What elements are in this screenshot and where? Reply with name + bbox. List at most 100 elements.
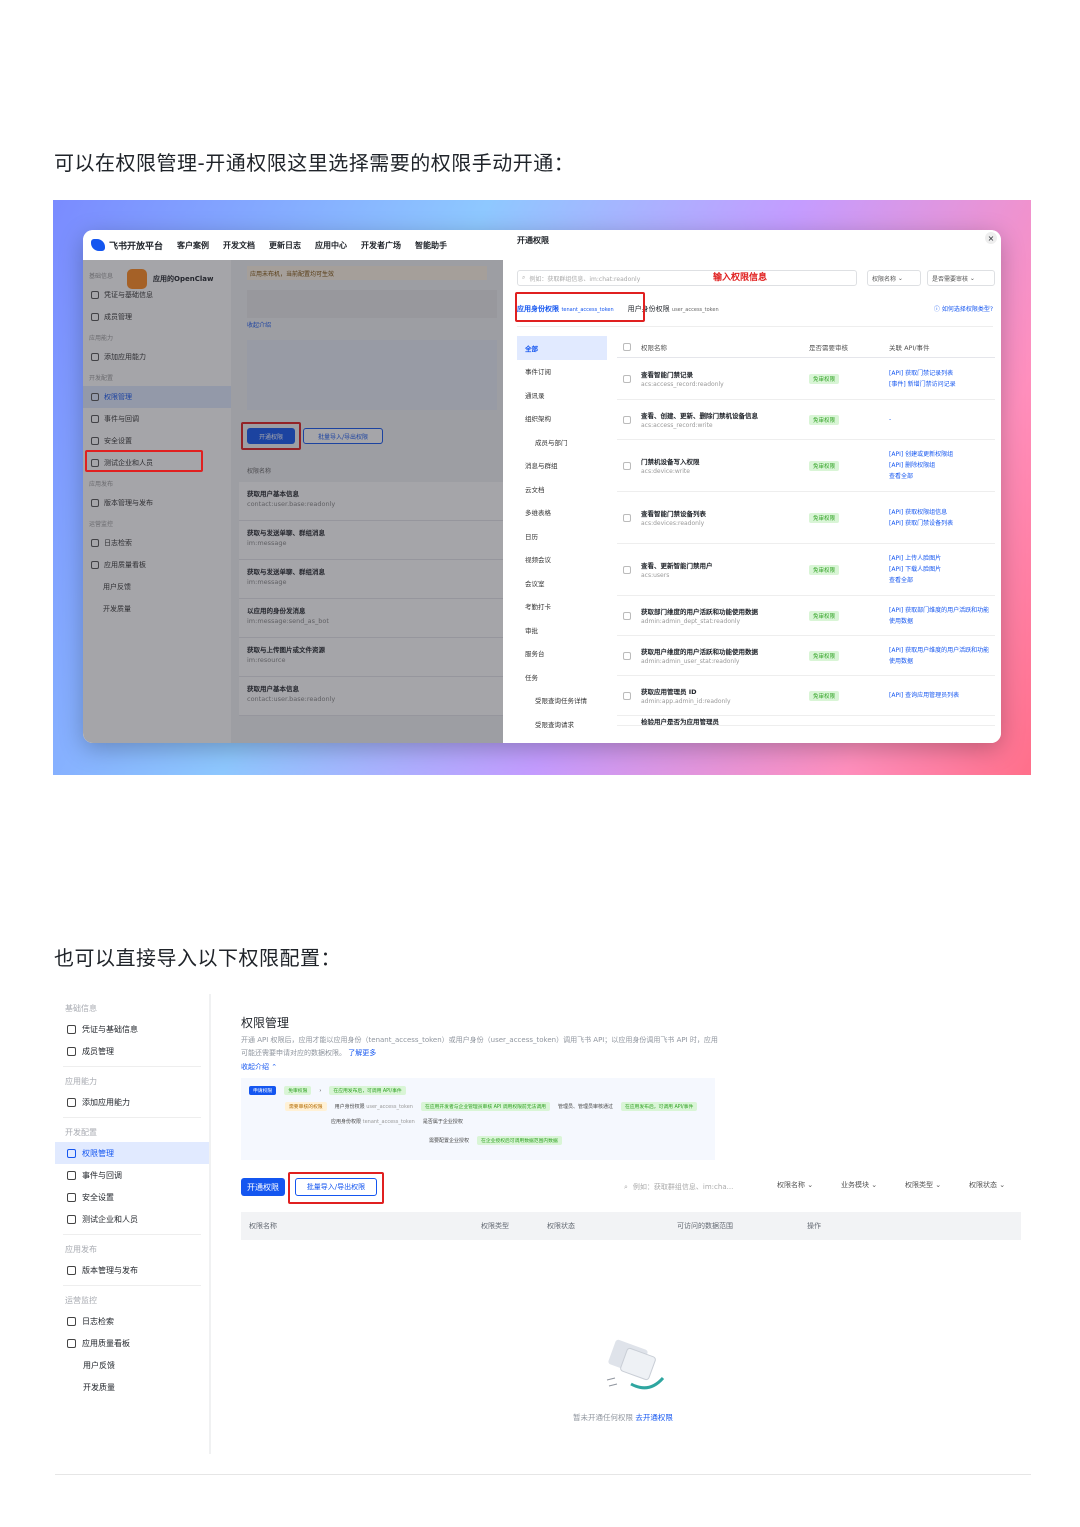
sidebar-item[interactable]: 事件与回调: [55, 1164, 209, 1186]
category-item[interactable]: 通讯录: [517, 383, 607, 407]
permission-search-input[interactable]: ⌕ 例如：获取群组信息、im:chat:readonly: [517, 270, 857, 286]
screenshot-open-permission: 飞书开放平台 客户案例 开发文档 更新日志 应用中心 开发者广场 智能助手 基础…: [53, 200, 1031, 775]
api-link[interactable]: [API] 获取权限组信息: [889, 507, 995, 518]
filter-module[interactable]: 业务模块 ⌄: [841, 1180, 877, 1190]
filter-status[interactable]: 权限状态 ⌄: [969, 1180, 1005, 1190]
filter-permission-name[interactable]: 权限名称 ⌄: [777, 1180, 813, 1190]
menu-icon: [67, 1024, 76, 1034]
perm-code: acs:access_record:write: [641, 422, 713, 429]
row-checkbox[interactable]: [623, 611, 631, 620]
api-link[interactable]: [API] 查询应用管理员列表: [889, 690, 995, 701]
row-checkbox[interactable]: [623, 461, 631, 470]
search-input[interactable]: ⌕ 例如：获取群组信息、im:cha...: [618, 1178, 778, 1196]
brand-logo[interactable]: 飞书开放平台: [91, 239, 163, 252]
col-status: 权限状态: [547, 1222, 575, 1230]
api-link[interactable]: [API] 获取门禁记录列表: [889, 368, 995, 379]
table-row: 查看智能门禁设备列表 acs:devices:readonly 免审权限 [API] …: [617, 492, 995, 544]
row-checkbox[interactable]: [623, 513, 631, 522]
how-to-choose-link[interactable]: ⓘ 如何选择权限类型?: [934, 304, 993, 313]
category-item[interactable]: 多维表格: [517, 501, 607, 525]
page-title: 权限管理: [241, 1016, 290, 1030]
sidebar-item[interactable]: 添加应用能力: [55, 1091, 209, 1113]
sidebar-subitem[interactable]: 开发质量: [55, 1376, 209, 1398]
sidebar-item[interactable]: 测试企业和人员: [55, 1208, 209, 1230]
sidebar-item[interactable]: 版本管理与发布: [55, 1259, 209, 1281]
feishu-logo-icon: [91, 239, 105, 251]
sidebar-item[interactable]: 应用质量看板: [55, 1332, 209, 1354]
sidebar-section: 开发配置: [65, 1127, 97, 1137]
sidebar-item[interactable]: 权限管理: [55, 1142, 209, 1164]
filter-review[interactable]: 是否需要审核 ⌄: [927, 270, 995, 286]
api-link[interactable]: [API] 获取用户维度的用户活跃和功能使用数据: [889, 645, 995, 667]
category-item[interactable]: 全部: [517, 336, 607, 360]
category-item[interactable]: 会议室: [517, 571, 607, 595]
permission-flow-diagram: 申请权限 免审权限 › 在应用发布后，可调用 API/事件 需要审核的权限 用户…: [241, 1078, 715, 1160]
sidebar-item[interactable]: 日志检索: [55, 1310, 209, 1332]
category-item[interactable]: 考勤打卡: [517, 595, 607, 619]
category-item[interactable]: 受限查询请求: [517, 712, 607, 736]
menu-icon: [67, 1170, 76, 1180]
category-item[interactable]: 成员与部门: [517, 430, 607, 454]
perm-code: admin:app.admin_id:readonly: [641, 698, 731, 705]
select-all-checkbox[interactable]: [623, 342, 631, 351]
category-item[interactable]: 服务台: [517, 642, 607, 666]
row-checkbox[interactable]: [623, 565, 631, 574]
category-item[interactable]: 受限查询任务详情: [517, 689, 607, 713]
sidebar-item[interactable]: 安全设置: [55, 1186, 209, 1208]
category-item[interactable]: 组织架构: [517, 407, 607, 431]
category-item[interactable]: 视频会议: [517, 548, 607, 572]
api-link[interactable]: [API] 上传人脸图片: [889, 553, 995, 564]
row-checkbox[interactable]: [623, 691, 631, 700]
toolbar: 开通权限 批量导入/导出权限 ⌕ 例如：获取群组信息、im:cha... 权限名…: [241, 1172, 1031, 1204]
highlight-sidebar-permission: [85, 450, 203, 472]
sidebar-subitem[interactable]: 用户反馈: [55, 1354, 209, 1376]
filter-permission-name[interactable]: 权限名称 ⌄: [867, 270, 921, 286]
nav-item[interactable]: 更新日志: [269, 240, 301, 251]
row-checkbox[interactable]: [623, 415, 631, 424]
api-link[interactable]: [API] 创建或更新权限组: [889, 449, 995, 460]
filter-type[interactable]: 权限类型 ⌄: [905, 1180, 941, 1190]
table-header: 权限名称 权限类型 权限状态 可访问的数据范围 操作: [241, 1212, 1021, 1240]
row-checkbox[interactable]: [623, 374, 631, 383]
modal-title: 开通权限: [517, 236, 549, 245]
sidebar-item-label: 事件与回调: [82, 1170, 122, 1180]
search-icon: ⌕: [522, 274, 526, 281]
sidebar-item-label: 日志检索: [82, 1316, 114, 1326]
api-link[interactable]: 查看全部: [889, 471, 995, 482]
category-item[interactable]: 审批: [517, 618, 607, 642]
open-permission-button[interactable]: 开通权限: [241, 1178, 285, 1196]
go-open-permission-link[interactable]: 去开通权限: [635, 1413, 673, 1422]
nav-item[interactable]: 开发者广场: [361, 240, 401, 251]
api-link[interactable]: [API] 获取门禁设备列表: [889, 518, 995, 529]
nav-item[interactable]: 开发文档: [223, 240, 255, 251]
table-row-partial: 检验用户是否为应用管理员: [617, 716, 995, 726]
category-item[interactable]: 消息与群组: [517, 454, 607, 478]
sidebar-item-label: 成员管理: [82, 1046, 114, 1056]
sidebar-item[interactable]: 成员管理: [55, 1040, 209, 1062]
api-link[interactable]: 查看全部: [889, 575, 995, 586]
category-item[interactable]: 任务: [517, 665, 607, 689]
api-link[interactable]: -: [889, 414, 995, 425]
flow-scope-ok: 在企业授权后可调用数据范围内数据: [477, 1136, 562, 1145]
search-placeholder: 例如：获取群组信息、im:cha...: [632, 1183, 734, 1191]
learn-more-link[interactable]: 了解更多: [348, 1049, 376, 1057]
close-icon[interactable]: ×: [985, 232, 997, 244]
api-link[interactable]: [API] 删除权限组: [889, 460, 995, 471]
nav-item[interactable]: 智能助手: [415, 240, 447, 251]
review-tag: 免审权限: [809, 610, 840, 621]
category-item[interactable]: 云文档: [517, 477, 607, 501]
category-item[interactable]: 事件订阅: [517, 360, 607, 384]
nav-item[interactable]: 客户案例: [177, 240, 209, 251]
api-link[interactable]: [事件] 新增门禁访问记录: [889, 379, 995, 390]
category-item[interactable]: 日历: [517, 524, 607, 548]
collapse-intro-link[interactable]: 收起介绍 ⌃: [241, 1062, 277, 1072]
sidebar-item[interactable]: 凭证与基础信息: [55, 1018, 209, 1040]
nav-item[interactable]: 应用中心: [315, 240, 347, 251]
review-tag: 免审权限: [809, 414, 840, 425]
row-checkbox[interactable]: [623, 651, 631, 660]
col-api: 关联 API/事件: [889, 343, 930, 352]
api-link[interactable]: [API] 下载人脸图片: [889, 564, 995, 575]
empty-state-text: 暂未开通任何权限 去开通权限: [573, 1413, 673, 1422]
modal-overlay[interactable]: [83, 260, 503, 743]
api-link[interactable]: [API] 获取部门维度的用户活跃和功能使用数据: [889, 605, 995, 627]
